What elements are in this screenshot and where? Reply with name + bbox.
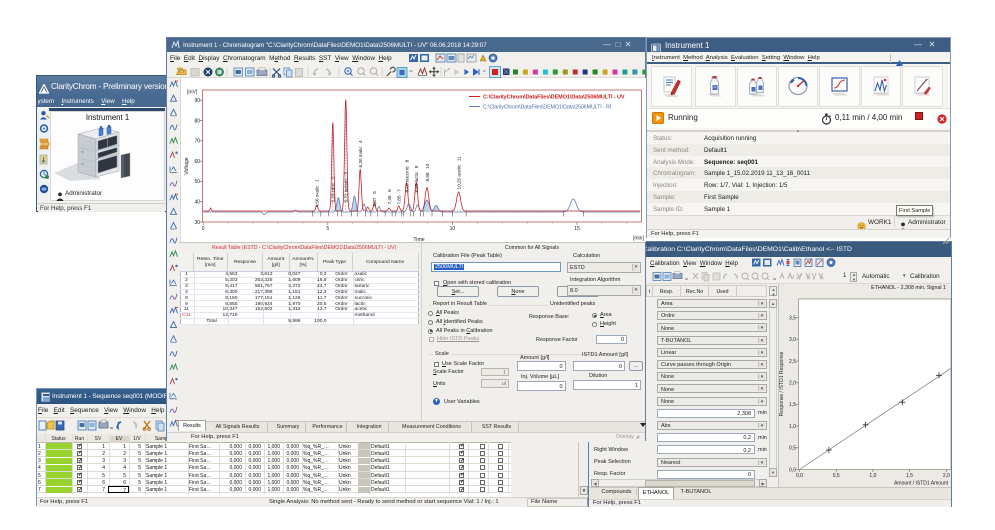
svg-text:8,55 lactic 9: 8,55 lactic 9 [414, 165, 420, 192]
svg-text:10: 10 [450, 226, 456, 232]
svg-text:0,5: 0,5 [789, 446, 796, 452]
svg-text:50: 50 [194, 179, 200, 185]
svg-text:5,72 tartaric 3: 5,72 tartaric 3 [344, 171, 350, 202]
svg-text:90: 90 [194, 98, 200, 104]
svg-text:0: 0 [202, 226, 205, 232]
svg-text:1,5: 1,5 [906, 473, 913, 479]
svg-text:3,5: 3,5 [789, 315, 796, 321]
svg-text:6,87 5: 6,87 5 [372, 190, 378, 206]
svg-text:2,0: 2,0 [943, 473, 950, 479]
svg-text:[min]: [min] [633, 235, 644, 241]
svg-text:5,20 citric 2: 5,20 citric 2 [331, 176, 337, 202]
svg-text:80: 80 [194, 118, 200, 124]
svg-text:C:\ClarityChrom\DataFiles\DEMO: C:\ClarityChrom\DataFiles\DEMO1\Data\250… [483, 94, 625, 100]
svg-text:40: 40 [194, 199, 200, 205]
svg-text:7,46 6: 7,46 6 [387, 188, 393, 204]
svg-text:Amount / ISTD1 Amount: Amount / ISTD1 Amount [894, 481, 949, 487]
svg-text:5: 5 [326, 226, 329, 232]
svg-text:8,98 10: 8,98 10 [425, 163, 431, 181]
svg-text:1,0: 1,0 [789, 424, 796, 430]
svg-text:30: 30 [194, 219, 200, 225]
svg-text:70: 70 [194, 138, 200, 144]
svg-text:[mV]: [mV] [187, 89, 198, 95]
svg-text:1,0: 1,0 [869, 473, 876, 479]
svg-text:3,0: 3,0 [789, 337, 796, 343]
svg-text:C:\ClarityChrom\DataFiles\DEMO: C:\ClarityChrom\DataFiles\DEMO1\Data\250… [483, 104, 611, 110]
svg-text:8,16 succinic 8: 8,16 succinic 8 [404, 159, 410, 192]
svg-text:10,25 acetic 11: 10,25 acetic 11 [456, 155, 462, 189]
svg-text:2,0: 2,0 [789, 381, 796, 387]
svg-text:7,85 7: 7,85 7 [397, 188, 403, 204]
svg-text:4,56 oxalic 1: 4,56 oxalic 1 [315, 178, 321, 207]
svg-text:Response / ISTD1 Response: Response / ISTD1 Response [779, 351, 785, 416]
svg-text:2,5: 2,5 [789, 359, 796, 365]
svg-text:15: 15 [574, 226, 580, 232]
svg-text:Voltage: Voltage [184, 157, 190, 174]
svg-text:6,30 malic 4: 6,30 malic 4 [358, 139, 364, 167]
svg-text:0,5: 0,5 [833, 473, 840, 479]
svg-text:1,5: 1,5 [789, 402, 796, 408]
svg-text:60: 60 [194, 158, 200, 164]
svg-text:0,0: 0,0 [796, 473, 803, 479]
